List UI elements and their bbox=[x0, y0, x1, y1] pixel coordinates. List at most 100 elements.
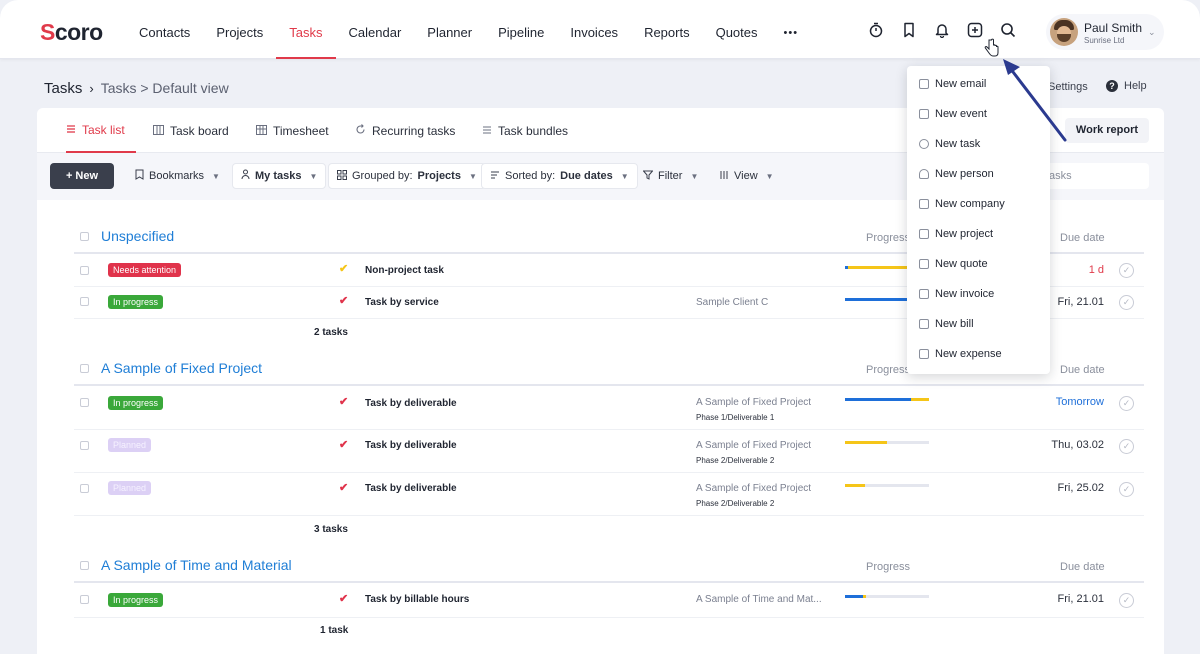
menu-item-label: New email bbox=[935, 78, 987, 90]
sorted-by-dropdown[interactable]: Sorted by: Due dates ▼ bbox=[481, 163, 638, 189]
task-name[interactable]: Task by service bbox=[365, 297, 439, 308]
task-count: 1 task bbox=[320, 625, 349, 636]
client-name[interactable]: Sample Client C bbox=[696, 297, 768, 308]
menu-item-new-person[interactable]: New person bbox=[907, 159, 1050, 189]
nav-invoices[interactable]: Invoices bbox=[557, 0, 631, 59]
view-dropdown[interactable]: View ▼ bbox=[711, 163, 782, 189]
menu-item-new-project[interactable]: New project bbox=[907, 219, 1050, 249]
task-name[interactable]: Task by deliverable bbox=[365, 440, 457, 451]
menu-item-label: New invoice bbox=[935, 288, 995, 300]
progress-planned-segment bbox=[911, 398, 929, 401]
menu-item-new-bill[interactable]: New bill bbox=[907, 309, 1050, 339]
scoro-logo[interactable]: Scoro bbox=[40, 19, 103, 46]
tab-recurring-tasks[interactable]: Recurring tasks bbox=[355, 108, 455, 153]
progress-header: Progress bbox=[866, 561, 911, 573]
bell-icon[interactable] bbox=[932, 20, 952, 40]
group-checkbox[interactable] bbox=[80, 364, 89, 373]
briefcase-icon bbox=[919, 229, 929, 239]
new-button[interactable]: + New bbox=[50, 163, 114, 189]
complete-check-icon[interactable]: ✓ bbox=[1119, 396, 1134, 411]
avatar bbox=[1050, 18, 1078, 46]
task-name[interactable]: Task by billable hours bbox=[365, 594, 469, 605]
tab-task-board[interactable]: Task board bbox=[153, 108, 229, 153]
tab-task-list[interactable]: Task list bbox=[66, 108, 136, 153]
help-label: Help bbox=[1124, 80, 1147, 92]
nav-contacts[interactable]: Contacts bbox=[126, 0, 203, 59]
grouped-by-dropdown[interactable]: Grouped by: Projects ▼ bbox=[328, 163, 486, 189]
tab-label: Recurring tasks bbox=[372, 123, 456, 138]
nav-projects[interactable]: Projects bbox=[203, 0, 276, 59]
due-date: Thu, 03.02 bbox=[1051, 439, 1104, 451]
divider bbox=[74, 515, 1144, 516]
project-name[interactable]: A Sample of Fixed Project bbox=[696, 483, 811, 494]
complete-check-icon[interactable]: ✓ bbox=[1119, 593, 1134, 608]
timer-icon[interactable] bbox=[866, 20, 886, 40]
nav-planner[interactable]: Planner bbox=[414, 0, 485, 59]
progress-done-segment bbox=[845, 595, 863, 598]
my-tasks-dropdown[interactable]: My tasks ▼ bbox=[232, 163, 327, 189]
nav-quotes[interactable]: Quotes bbox=[703, 0, 771, 59]
task-name[interactable]: Non-project task bbox=[365, 265, 444, 276]
menu-item-new-expense[interactable]: New expense bbox=[907, 339, 1050, 369]
task-name[interactable]: Task by deliverable bbox=[365, 483, 457, 494]
complete-check-icon[interactable]: ✓ bbox=[1119, 263, 1134, 278]
nav-reports[interactable]: Reports bbox=[631, 0, 703, 59]
menu-item-new-invoice[interactable]: New invoice bbox=[907, 279, 1050, 309]
task-search-input[interactable]: asks bbox=[1033, 163, 1149, 189]
help-link[interactable]: ? Help bbox=[1106, 80, 1147, 92]
bookmark-icon[interactable] bbox=[899, 20, 919, 40]
work-report-button[interactable]: Work report bbox=[1065, 118, 1149, 143]
menu-item-new-company[interactable]: New company bbox=[907, 189, 1050, 219]
row-checkbox[interactable] bbox=[80, 297, 89, 306]
row-checkbox[interactable] bbox=[80, 398, 89, 407]
tab-label: Timesheet bbox=[273, 123, 329, 138]
due-date: Fri, 21.01 bbox=[1057, 296, 1104, 308]
project-name[interactable]: A Sample of Fixed Project bbox=[696, 440, 811, 451]
complete-check-icon[interactable]: ✓ bbox=[1119, 295, 1134, 310]
row-checkbox[interactable] bbox=[80, 484, 89, 493]
task-name[interactable]: Task by deliverable bbox=[365, 398, 457, 409]
person-icon bbox=[241, 169, 250, 183]
nav-calendar[interactable]: Calendar bbox=[336, 0, 415, 59]
search-icon[interactable] bbox=[998, 20, 1018, 40]
user-menu[interactable]: Paul Smith Sunrise Ltd ⌄ bbox=[1046, 14, 1164, 50]
nav-tasks[interactable]: Tasks bbox=[276, 0, 336, 59]
tab-timesheet[interactable]: Timesheet bbox=[256, 108, 329, 153]
nav-more-button[interactable]: ••• bbox=[771, 0, 812, 59]
nav-pipeline[interactable]: Pipeline bbox=[485, 0, 557, 59]
menu-item-new-event[interactable]: New event bbox=[907, 99, 1050, 129]
menu-item-new-email[interactable]: New email bbox=[907, 69, 1050, 99]
complete-check-icon[interactable]: ✓ bbox=[1119, 482, 1134, 497]
bookmarks-dropdown[interactable]: Bookmarks ▼ bbox=[127, 163, 228, 189]
phase-label: Phase 2/Deliverable 2 bbox=[696, 456, 775, 465]
row-checkbox[interactable] bbox=[80, 595, 89, 604]
group-title[interactable]: A Sample of Fixed Project bbox=[101, 360, 262, 376]
group-title[interactable]: A Sample of Time and Material bbox=[101, 557, 292, 573]
row-checkbox[interactable] bbox=[80, 441, 89, 450]
filter-dropdown[interactable]: Filter ▼ bbox=[635, 163, 706, 189]
hand-cursor-icon bbox=[984, 38, 999, 57]
project-name[interactable]: A Sample of Time and Mat... bbox=[696, 594, 822, 605]
group-title[interactable]: Unspecified bbox=[101, 228, 174, 244]
menu-item-label: New company bbox=[935, 198, 1005, 210]
menu-item-new-quote[interactable]: New quote bbox=[907, 249, 1050, 279]
menu-item-label: New project bbox=[935, 228, 994, 240]
project-name[interactable]: A Sample of Fixed Project bbox=[696, 397, 811, 408]
row-checkbox[interactable] bbox=[80, 266, 89, 275]
checkmark-icon: ✔ bbox=[339, 396, 349, 408]
status-badge: In progress bbox=[108, 295, 164, 309]
divider bbox=[74, 617, 1144, 618]
group-checkbox[interactable] bbox=[80, 561, 89, 570]
group-checkbox[interactable] bbox=[80, 232, 89, 241]
menu-item-new-task[interactable]: New task bbox=[907, 129, 1050, 159]
bill-icon bbox=[919, 319, 929, 329]
tab-label: Task board bbox=[170, 123, 229, 138]
complete-check-icon[interactable]: ✓ bbox=[1119, 439, 1134, 454]
due-date: Fri, 25.02 bbox=[1057, 482, 1104, 494]
plus-square-icon[interactable] bbox=[965, 20, 985, 40]
tab-task-bundles[interactable]: Task bundles bbox=[482, 108, 568, 153]
settings-link[interactable]: Settings bbox=[1048, 81, 1088, 93]
caret-down-icon: ▼ bbox=[620, 171, 629, 181]
logo-text: coro bbox=[54, 19, 103, 45]
quote-icon bbox=[919, 259, 929, 269]
